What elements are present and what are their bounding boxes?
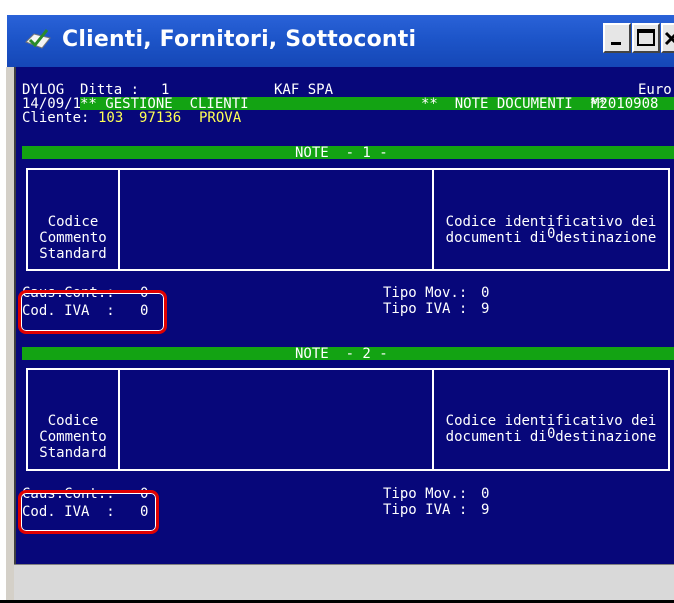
highlight-circle xyxy=(18,290,167,334)
ditta-label: Ditta : xyxy=(80,82,140,98)
cliente-code: 103 xyxy=(98,110,124,126)
note-2-tipo-iva-label: Tipo IVA : xyxy=(383,502,468,518)
note-2-tipo-mov-label: Tipo Mov.: xyxy=(383,486,468,502)
close-button[interactable] xyxy=(661,23,674,53)
note-2-title: NOTE - 2 - xyxy=(295,346,388,362)
status-bar xyxy=(14,564,674,600)
note-2-tipo-mov-value[interactable]: 0 xyxy=(481,487,489,501)
section-header-bar: ** GESTIONE CLIENTI ** NOTE DOCUMENTI **… xyxy=(80,96,674,112)
program-code: M2010908 xyxy=(591,96,659,112)
note-1-tipo-mov-label: Tipo Mov.: xyxy=(383,285,468,301)
maximize-button[interactable] xyxy=(632,23,660,53)
window-title: Clienti, Fornitori, Sottoconti xyxy=(62,27,417,52)
cliente-number: 97136 xyxy=(139,110,182,126)
note-2-tipo-iva-value[interactable]: 9 xyxy=(481,503,489,517)
ditta-number: 1 xyxy=(161,82,170,98)
minimize-icon xyxy=(611,42,621,45)
note-1-tipo-mov-value[interactable]: 0 xyxy=(481,286,489,300)
minimize-button[interactable] xyxy=(603,23,631,53)
currency-label: Euro xyxy=(638,82,672,98)
note-1-tipo-iva-label: Tipo IVA : xyxy=(383,301,468,317)
note-1-dest-value[interactable]: 0 xyxy=(547,227,555,241)
ditta-name: KAF SPA xyxy=(274,82,334,98)
app-name: DYLOG xyxy=(22,82,65,98)
close-icon xyxy=(664,31,674,46)
section-subtitle: ** NOTE DOCUMENTI ** xyxy=(421,96,607,112)
note-1-codice-label: Codice Commento Standard xyxy=(39,214,107,262)
cliente-label: Cliente: xyxy=(22,110,90,126)
note-2-codice-label: Codice Commento Standard xyxy=(39,413,107,461)
checkmark-window-icon xyxy=(25,29,51,49)
window-frame xyxy=(6,67,14,603)
highlight-circle xyxy=(18,490,159,534)
cliente-name: PROVA xyxy=(199,110,242,126)
note-1-comment-field[interactable] xyxy=(118,172,432,267)
application-window: Clienti, Fornitori, Sottoconti DYLOG Dit… xyxy=(0,0,674,603)
note-2-bar: NOTE - 2 - xyxy=(22,346,674,362)
maximize-icon xyxy=(637,29,655,46)
title-bar[interactable]: Clienti, Fornitori, Sottoconti xyxy=(7,15,674,67)
section-title: ** GESTIONE CLIENTI xyxy=(80,96,249,112)
note-2-comment-field[interactable] xyxy=(118,372,432,467)
note-1-tipo-iva-value[interactable]: 9 xyxy=(481,302,489,316)
note-1-bar: NOTE - 1 - xyxy=(22,145,674,161)
note-2-dest-value[interactable]: 0 xyxy=(547,427,555,441)
note-1-title: NOTE - 1 - xyxy=(295,145,388,161)
